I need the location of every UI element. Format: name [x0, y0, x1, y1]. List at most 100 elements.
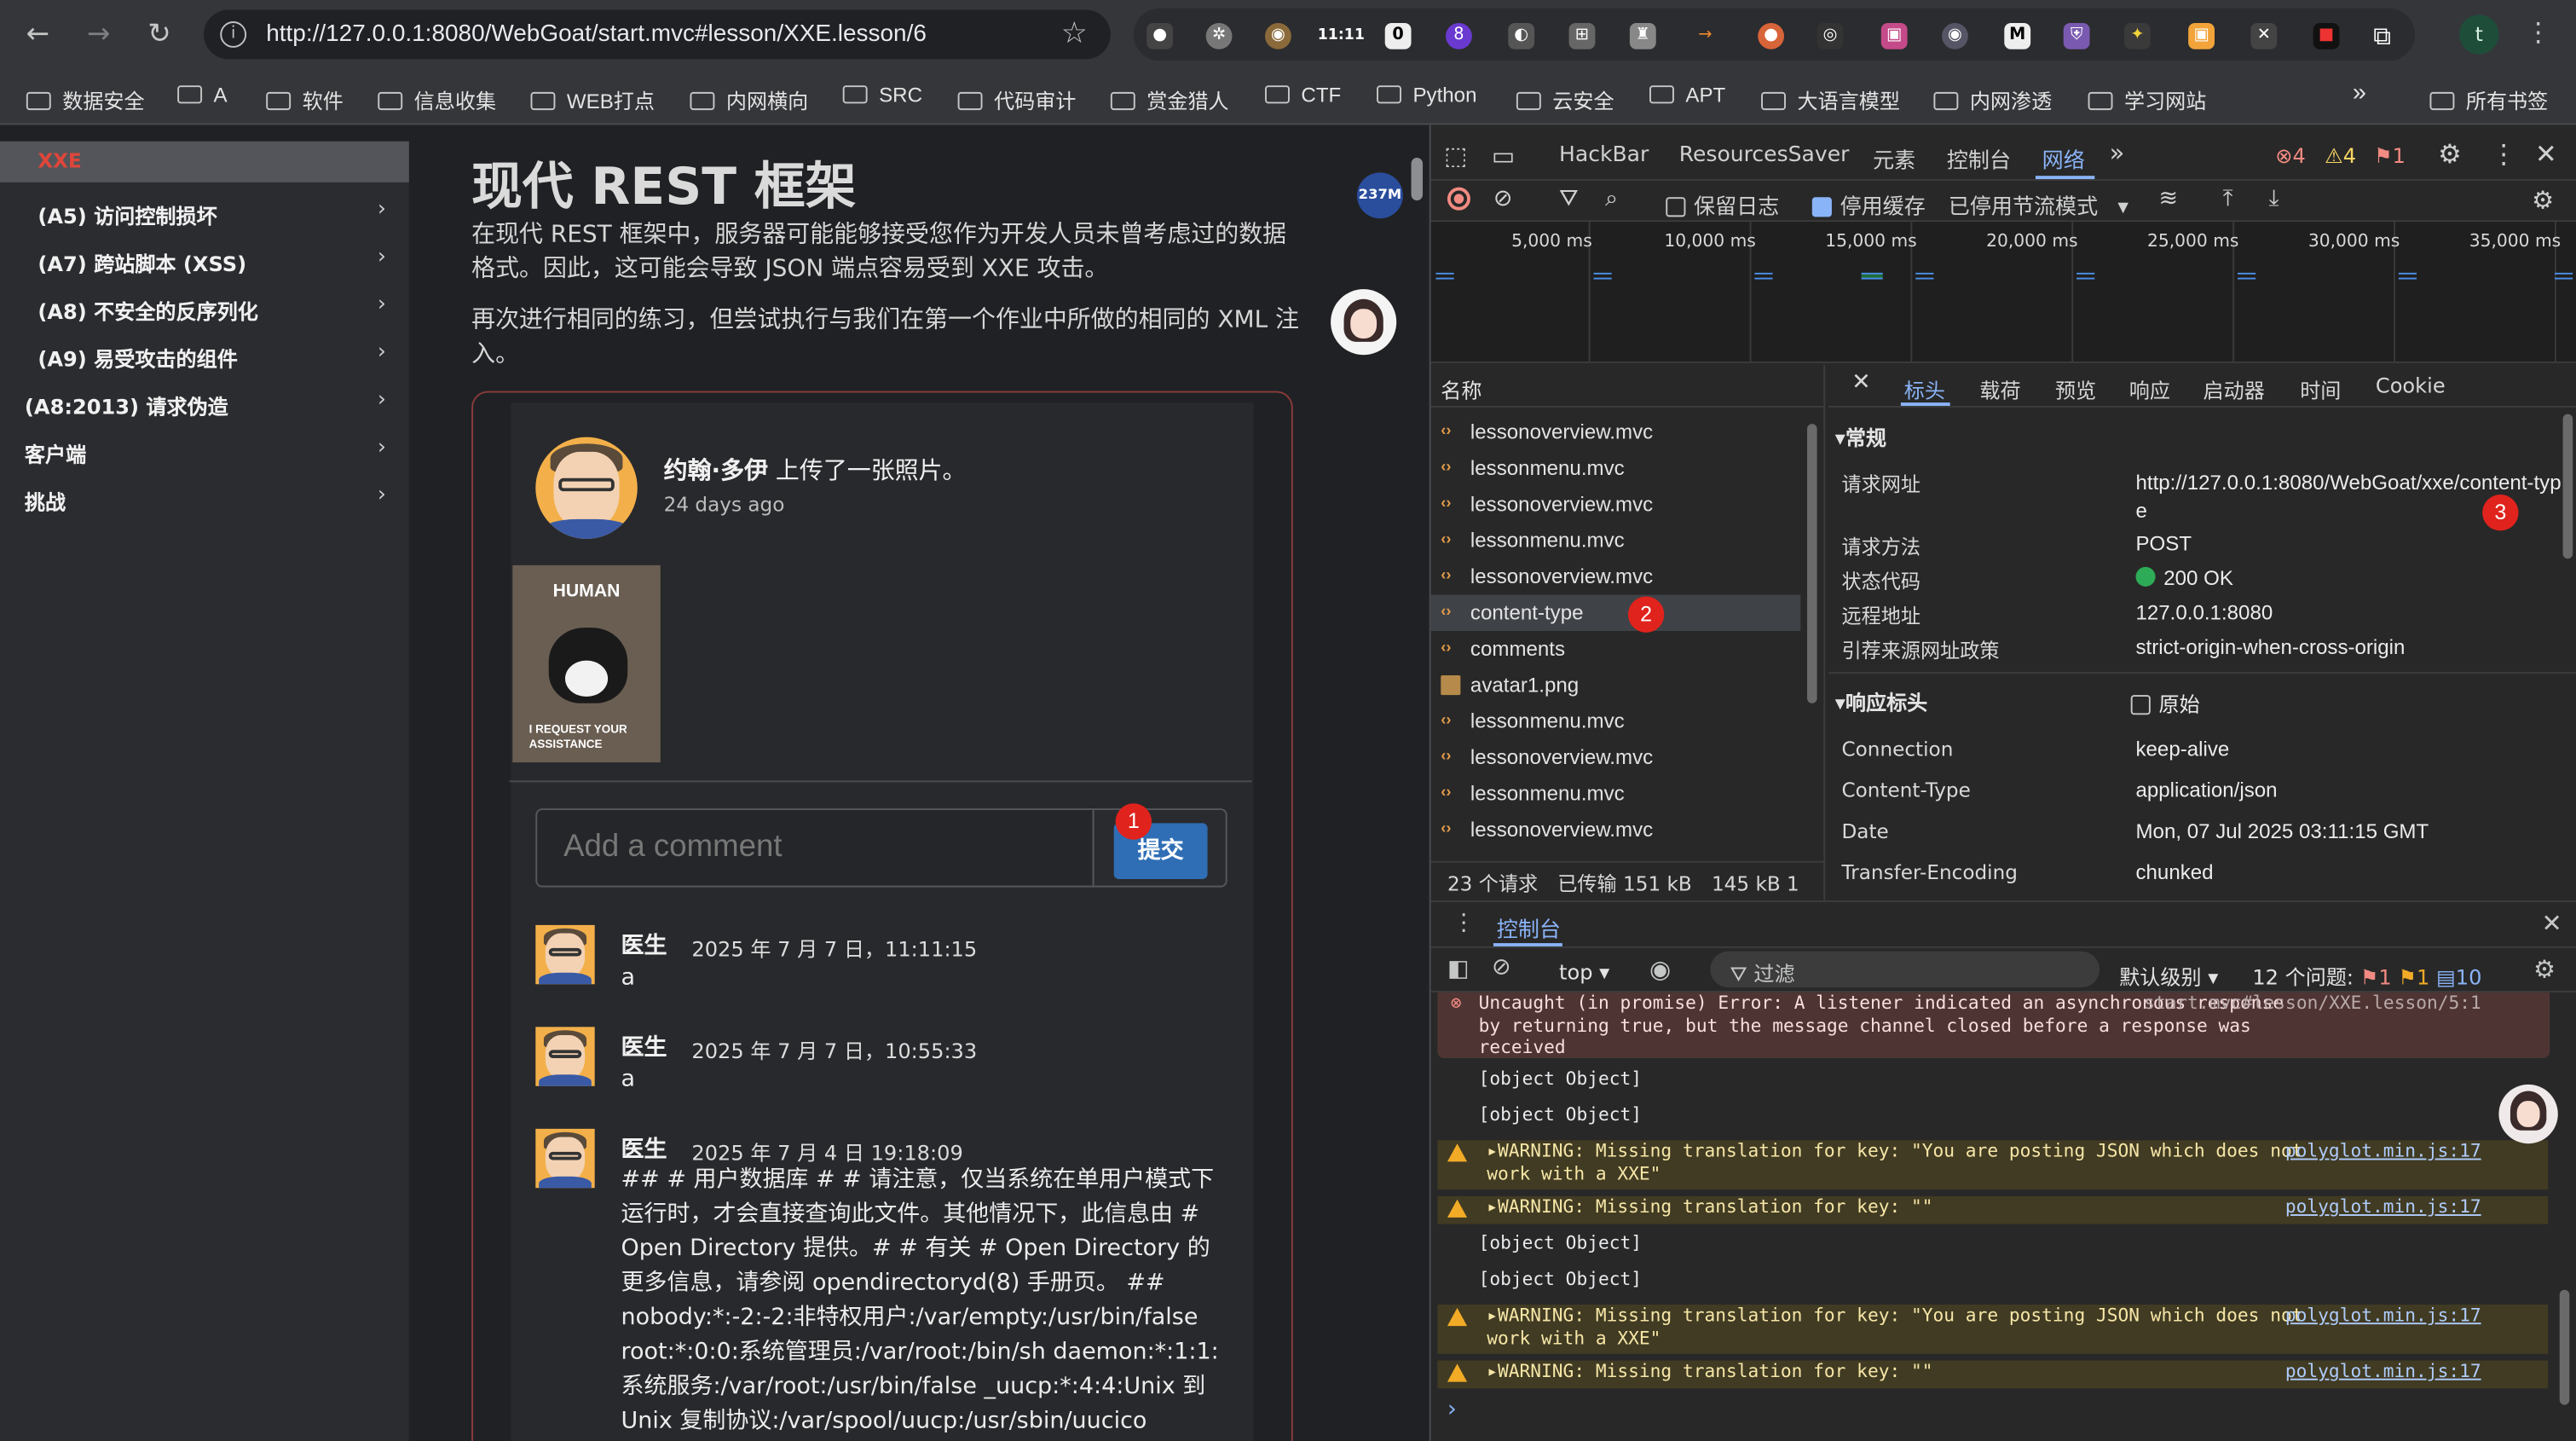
extension-icon[interactable]: ✲: [1205, 22, 1233, 49]
request-row[interactable]: ‹› comments: [1431, 631, 1801, 667]
extension-icon[interactable]: ●: [1758, 22, 1785, 49]
bookmark-folder[interactable]: WEB打点: [530, 84, 655, 115]
settings-icon[interactable]: ⚙: [2438, 138, 2462, 170]
all-bookmarks-folder[interactable]: 所有书签: [2429, 84, 2548, 115]
tab-drawer-console[interactable]: 控制台: [1497, 911, 1561, 943]
warning-source-link[interactable]: polyglot.min.js:17: [2285, 1305, 2481, 1326]
bookmark-folder[interactable]: 内网渗透: [1933, 84, 2052, 115]
request-row[interactable]: ‹› lessonoverview.mvc: [1431, 414, 1801, 450]
forward-icon[interactable]: →: [80, 16, 116, 52]
context-select[interactable]: top ▾: [1559, 959, 1609, 984]
response-headers-section-header[interactable]: ▾响应标头: [1835, 686, 1928, 717]
bookmark-star-icon[interactable]: ☆: [1061, 16, 1088, 50]
extension-icon[interactable]: ✦: [2123, 22, 2151, 49]
network-settings-icon[interactable]: ⚙: [2532, 186, 2554, 216]
warning-source-link[interactable]: polyglot.min.js:17: [2285, 1196, 2481, 1218]
sidebar-item-request-forgery[interactable]: (A8:2013) 请求伪造 ›: [0, 378, 409, 425]
extension-icon[interactable]: ▣: [2188, 22, 2215, 49]
bookmark-folder[interactable]: A: [177, 84, 228, 107]
general-section-header[interactable]: ▾常规: [1835, 420, 1886, 452]
record-icon[interactable]: [1447, 187, 1470, 211]
cookie-extension-icon[interactable]: ◉: [1265, 22, 1291, 49]
warning-source-link[interactable]: polyglot.min.js:17: [2285, 1140, 2481, 1161]
sidebar-toggle-icon[interactable]: ◧: [1447, 957, 1470, 983]
bookmark-folder[interactable]: Python: [1377, 84, 1476, 107]
tab-payload[interactable]: 载荷: [1979, 373, 2020, 404]
devtools-menu-icon[interactable]: ⋮: [2491, 138, 2517, 170]
extension-icon[interactable]: ◉: [1942, 22, 1968, 49]
sidebar-item-xss[interactable]: (A7) 跨站脚本 (XSS) ›: [0, 235, 409, 283]
bookmark-folder[interactable]: 代码审计: [957, 84, 1076, 115]
column-header-name[interactable]: 名称: [1430, 365, 1826, 408]
preserve-log-checkbox[interactable]: 保留日志: [1666, 189, 1779, 220]
bookmark-folder[interactable]: APT: [1649, 84, 1725, 107]
upload-icon[interactable]: ⤒: [2223, 186, 2233, 212]
back-icon[interactable]: ←: [20, 16, 55, 52]
console-prompt[interactable]: ›: [1447, 1397, 1457, 1423]
warning-source-link[interactable]: polyglot.min.js:17: [2285, 1361, 2481, 1382]
sidebar-item-vulnerable-components[interactable]: (A9) 易受攻击的组件 ›: [0, 330, 409, 378]
request-row[interactable]: ‹› lessonmenu.mvc: [1431, 450, 1801, 486]
request-row-selected[interactable]: ‹› content-type: [1430, 594, 1801, 631]
bookmark-folder[interactable]: CTF: [1265, 84, 1341, 107]
reload-icon[interactable]: ↻: [142, 16, 177, 52]
error-source[interactable]: start.mvc#lesson/XXE.lesson/5:1: [2144, 992, 2481, 1015]
memory-badge[interactable]: 237M: [1356, 172, 1403, 219]
search-icon[interactable]: ⌕: [1605, 186, 1618, 212]
extension-badge-8[interactable]: 8: [1446, 22, 1472, 49]
inspect-element-icon[interactable]: ⬚: [1444, 142, 1467, 171]
download-icon[interactable]: ⤓: [2269, 186, 2279, 212]
disable-cache-checkbox[interactable]: 停用缓存: [1811, 189, 1926, 220]
extension-icon[interactable]: ◎: [1816, 22, 1844, 49]
extension-icon[interactable]: ⊞: [1568, 22, 1596, 49]
comment-input[interactable]: Add a comment: [535, 808, 1095, 888]
site-info-icon[interactable]: i: [220, 21, 247, 48]
request-row[interactable]: ‹› lessonmenu.mvc: [1431, 523, 1801, 558]
network-timeline[interactable]: 5,000 ms 10,000 ms 15,000 ms 20,000 ms 2…: [1430, 222, 2576, 363]
tab-elements[interactable]: 元素: [1873, 143, 1915, 174]
bookmark-folder[interactable]: 内网横向: [690, 84, 808, 115]
tab-network[interactable]: 网络: [2042, 143, 2085, 174]
console-settings-icon[interactable]: ⚙: [2533, 955, 2556, 985]
bookmark-folder[interactable]: 学习网站: [2088, 84, 2206, 115]
close-drawer-icon[interactable]: ✕: [2542, 909, 2562, 939]
tab-preview[interactable]: 预览: [2055, 373, 2096, 404]
arrow-extension-icon[interactable]: →: [1692, 23, 1718, 49]
extension-icon[interactable]: ♜: [1629, 22, 1656, 49]
drawer-menu-icon[interactable]: ⋮: [1453, 911, 1476, 937]
wifi-icon[interactable]: ≋: [2158, 186, 2178, 212]
close-detail-icon[interactable]: ✕: [1851, 370, 1871, 396]
request-row[interactable]: ‹› lessonmenu.mvc: [1431, 776, 1801, 812]
request-row[interactable]: ‹› lessonoverview.mvc: [1431, 739, 1801, 775]
extension-icon[interactable]: ■: [2313, 22, 2340, 49]
warning-count-badge[interactable]: ⚠4: [2325, 143, 2356, 168]
assistant-avatar[interactable]: [1331, 289, 1397, 356]
sidebar-item-challenges[interactable]: 挑战 ›: [0, 473, 409, 521]
sidebar-current-lesson[interactable]: XXE: [0, 141, 409, 182]
throttle-select[interactable]: 已停用节流模式 ▾: [1949, 189, 2128, 220]
sidebar-item-access-control[interactable]: (A5) 访问控制损坏 ›: [0, 188, 409, 235]
bookmark-folder[interactable]: 数据安全: [26, 84, 145, 115]
tab-response[interactable]: 响应: [2129, 373, 2170, 404]
glasses-extension-icon[interactable]: ◐: [1508, 22, 1535, 49]
request-list-scrollbar[interactable]: [1807, 424, 1817, 703]
scrollbar-thumb[interactable]: [1411, 157, 1424, 201]
error-count-badge[interactable]: ⊗4: [2275, 143, 2306, 168]
profile-avatar[interactable]: t: [2459, 14, 2499, 55]
request-row[interactable]: ‹› lessonoverview.mvc: [1431, 486, 1801, 522]
tab-initiator[interactable]: 启动器: [2203, 373, 2265, 404]
bookmark-folder[interactable]: 大语言模型: [1761, 84, 1900, 115]
extension-badge-o[interactable]: 0: [1384, 22, 1412, 49]
sidebar-item-deserialization[interactable]: (A8) 不安全的反序列化 ›: [0, 282, 409, 330]
bookmark-folder[interactable]: 信息收集: [378, 84, 496, 115]
clear-icon[interactable]: ⊘: [1493, 186, 1513, 212]
tab-console[interactable]: 控制台: [1947, 143, 2011, 174]
content-scrollbar[interactable]: [1408, 151, 1426, 1441]
log-level-select[interactable]: 默认级别 ▾: [2119, 959, 2218, 991]
bookmark-folder[interactable]: SRC: [842, 84, 922, 107]
detail-scrollbar[interactable]: [2562, 414, 2573, 559]
filter-icon[interactable]: ⛛: [1559, 186, 1579, 212]
tab-resourcessaver[interactable]: ResourcesSaver: [1679, 143, 1850, 168]
bookmark-folder[interactable]: 软件: [266, 84, 344, 115]
console-filter-input[interactable]: ⛛ 过滤: [1710, 951, 2100, 988]
